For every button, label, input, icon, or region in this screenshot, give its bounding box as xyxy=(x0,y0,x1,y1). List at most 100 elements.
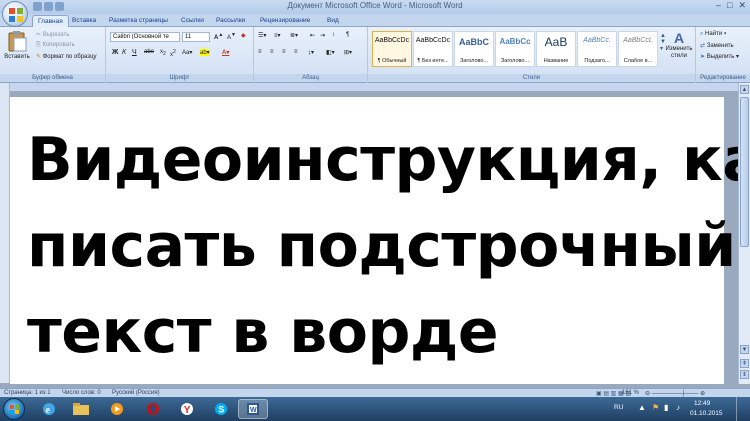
taskbar-media-player[interactable] xyxy=(102,399,132,419)
style-subtle-emphasis[interactable]: AaBbCcL Слабое в... xyxy=(618,31,658,67)
decrease-indent-icon[interactable]: ⇤ xyxy=(310,32,315,39)
multilevel-list-icon[interactable]: ≣▾ xyxy=(290,32,298,39)
change-styles-label: Изменить стили xyxy=(665,46,693,59)
borders-icon[interactable]: ⊞▾ xyxy=(344,49,352,56)
style-sample: AaBbCc xyxy=(499,37,531,46)
sort-icon[interactable]: ↕ xyxy=(332,32,335,38)
taskbar-opera[interactable] xyxy=(138,399,168,419)
paragraph-group-label: Абзац xyxy=(254,74,367,82)
clear-format-icon[interactable]: ◆ xyxy=(241,32,246,39)
clipboard-group: Вставить ✂ Вырезать ⎘ Копировать ✎ Форма… xyxy=(0,27,106,83)
tab-references[interactable]: Ссылки xyxy=(176,15,209,27)
brush-icon: ✎ xyxy=(36,54,42,60)
word-icon: W xyxy=(247,403,259,415)
next-page-icon[interactable]: ⇟ xyxy=(740,370,749,379)
close-icon[interactable]: ✕ xyxy=(738,0,746,11)
taskbar-explorer[interactable] xyxy=(66,399,96,419)
bullets-icon[interactable]: ☰▾ xyxy=(258,32,266,39)
scroll-thumb[interactable] xyxy=(740,97,749,247)
tab-mailings[interactable]: Рассылки xyxy=(211,15,250,27)
bold-icon[interactable]: Ж xyxy=(112,49,118,56)
underline-icon[interactable]: Ч xyxy=(132,49,137,56)
start-button[interactable] xyxy=(3,398,25,420)
office-button[interactable] xyxy=(2,1,28,27)
numbering-icon[interactable]: ≡▾ xyxy=(274,32,281,39)
increase-indent-icon[interactable]: ⇥ xyxy=(320,32,325,39)
show-desktop-button[interactable] xyxy=(736,397,746,421)
grow-font-icon[interactable]: A▲ xyxy=(214,32,223,41)
ie-icon: e xyxy=(43,403,55,416)
font-size-select[interactable]: 11 xyxy=(182,32,210,42)
network-icon[interactable]: ▮ xyxy=(664,403,668,412)
align-left-icon[interactable]: ≡ xyxy=(258,49,262,55)
select-button[interactable]: ➤ Выделить ▾ xyxy=(700,53,739,60)
zoom-slider[interactable]: ⊖ ───────┼─── ⊕ xyxy=(645,390,705,397)
style-title[interactable]: AaB Название xyxy=(536,31,576,67)
vertical-scrollbar[interactable]: ▲ ▼ ⇞ ⇟ xyxy=(738,83,750,384)
highlight-icon[interactable]: ab▾ xyxy=(200,49,210,56)
tab-review[interactable]: Рецензирование xyxy=(255,15,315,27)
status-zoom[interactable]: 161 % xyxy=(622,390,639,396)
taskbar: e Y S W RU ▲ ⚑ ▮ ♪ 12:49 01.10.2015 xyxy=(0,397,750,421)
font-family-select[interactable]: Calibri (Основной те xyxy=(110,32,180,42)
select-label: Выделить xyxy=(706,54,735,60)
taskbar-skype[interactable]: S xyxy=(206,399,236,419)
maximize-icon[interactable]: □ xyxy=(727,0,732,11)
subscript-icon[interactable]: x2 xyxy=(160,49,166,57)
taskbar-yandex[interactable]: Y xyxy=(172,399,202,419)
align-center-icon[interactable]: ≡ xyxy=(270,49,274,55)
taskbar-word[interactable]: W xyxy=(238,399,268,419)
replace-button[interactable]: ⇄ Заменить xyxy=(700,42,734,49)
style-no-spacing[interactable]: AaBbCcDc ¶ Без инте... xyxy=(413,31,453,67)
status-page[interactable]: Страница: 1 из 1 xyxy=(4,390,51,396)
flag-icon[interactable]: ⚑ xyxy=(652,403,659,412)
change-case-icon[interactable]: Aa▾ xyxy=(182,49,192,56)
italic-icon[interactable]: К xyxy=(122,49,126,56)
style-subtitle[interactable]: AaBbCc. Подзаго... xyxy=(577,31,617,67)
cut-button[interactable]: ✂ Вырезать xyxy=(36,31,69,38)
status-words[interactable]: Число слов: 0 xyxy=(62,390,101,396)
superscript-icon[interactable]: x2 xyxy=(170,49,176,58)
copy-button[interactable]: ⎘ Копировать xyxy=(36,42,75,49)
shading-icon[interactable]: ◧▾ xyxy=(326,49,335,56)
find-button[interactable]: ⌕ Найти ▾ xyxy=(700,31,726,38)
change-styles-icon: A xyxy=(673,30,685,46)
align-right-icon[interactable]: ≡ xyxy=(282,49,286,55)
font-color-icon[interactable]: A▾ xyxy=(222,49,229,56)
skype-icon: S xyxy=(215,403,227,415)
change-styles-button[interactable]: A Изменить стили xyxy=(664,30,694,60)
taskbar-ie[interactable]: e xyxy=(34,399,64,419)
justify-icon[interactable]: ≡ xyxy=(294,49,298,55)
strikethrough-icon[interactable]: abe xyxy=(144,49,154,55)
styles-group-label: Стили xyxy=(368,74,695,82)
tab-insert[interactable]: Вставка xyxy=(67,15,101,27)
editing-group-label: Редактирование xyxy=(696,74,750,82)
tab-page-layout[interactable]: Разметка страницы xyxy=(104,15,173,27)
style-heading-2[interactable]: AaBbCc Заголово... xyxy=(495,31,535,67)
line-spacing-icon[interactable]: ↨▾ xyxy=(308,49,314,56)
style-normal[interactable]: AaBbCcDc ¶ Обычный xyxy=(372,31,412,67)
volume-icon[interactable]: ♪ xyxy=(676,403,680,412)
clock-date[interactable]: 01.10.2015 xyxy=(690,410,723,417)
style-sample: AaBbC xyxy=(458,37,489,47)
document-line: Видеоинструкция, как xyxy=(27,125,750,195)
tab-view[interactable]: Вид xyxy=(322,15,344,27)
status-language[interactable]: Русский (Россия) xyxy=(112,390,160,396)
language-indicator[interactable]: RU xyxy=(614,404,623,411)
scroll-down-icon[interactable]: ▼ xyxy=(740,345,749,354)
show-marks-icon[interactable]: ¶ xyxy=(346,32,349,38)
format-painter-button[interactable]: ✎ Формат по образцу xyxy=(36,53,97,60)
style-heading-1[interactable]: AaBbC Заголово... xyxy=(454,31,494,67)
document-page[interactable]: Видеоинструкция, как писать подстрочный … xyxy=(10,96,750,384)
style-sample: AaB xyxy=(544,35,568,49)
tab-home[interactable]: Главная xyxy=(32,15,69,27)
paste-button[interactable]: Вставить xyxy=(2,30,32,60)
previous-page-icon[interactable]: ⇞ xyxy=(740,359,749,368)
style-sample: AaBbCcDc xyxy=(374,37,410,44)
tray-expand-icon[interactable]: ▲ xyxy=(638,403,646,412)
clock-time[interactable]: 12:49 xyxy=(694,400,710,407)
shrink-font-icon[interactable]: A▼ xyxy=(227,32,236,41)
svg-text:Y: Y xyxy=(184,405,191,416)
scroll-up-icon[interactable]: ▲ xyxy=(740,85,749,94)
minimize-icon[interactable]: – xyxy=(716,0,721,11)
